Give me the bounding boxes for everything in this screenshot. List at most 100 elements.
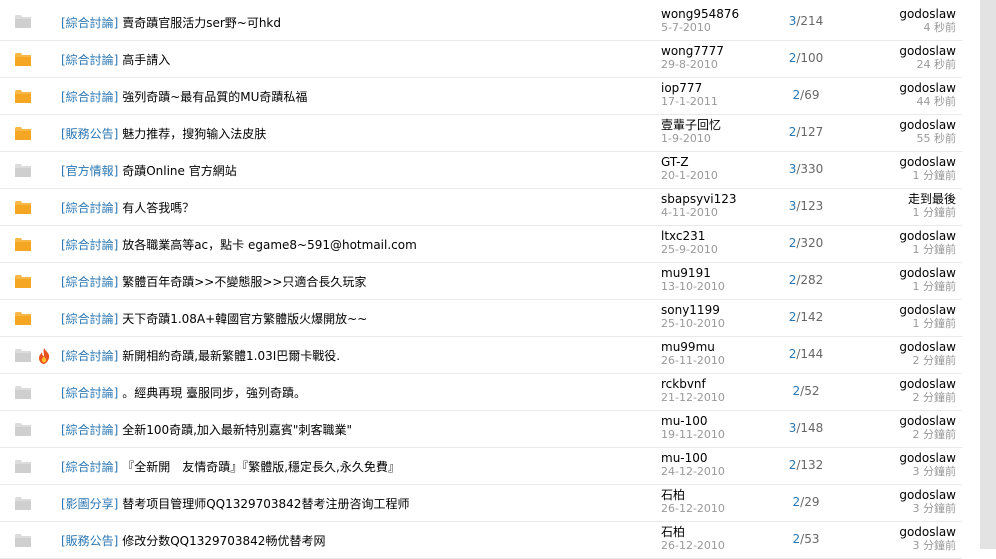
last-post-user[interactable]: godoslaw — [850, 155, 956, 169]
last-post-time: 3 分鐘前 — [912, 465, 957, 478]
topic-link[interactable]: 替考项目管理师QQ1329703842替考注册咨询工程师 — [122, 497, 409, 511]
thread-row: [販務公告] 魅力推荐，搜狗输入法皮肤 壹輩子回忆 1-9-2010 2/127… — [0, 115, 962, 152]
category-link[interactable]: [綜合討論] — [61, 312, 118, 326]
last-post-user[interactable]: godoslaw — [850, 44, 956, 58]
last-post-user[interactable]: godoslaw — [850, 377, 956, 391]
author-name[interactable]: mu-100 — [661, 414, 771, 428]
topic-link[interactable]: 繁體百年奇蹟>>不變態服>>只適合長久玩家 — [122, 275, 366, 289]
post-date: 24-12-2010 — [661, 465, 725, 478]
thread-list: [綜合討論] 賣奇蹟官服活力ser野~可hkd wong954876 5-7-2… — [0, 0, 962, 559]
folder-read-icon — [15, 496, 31, 510]
thread-title: [影圖分享] 替考项目管理师QQ1329703842替考注册咨询工程师 — [61, 495, 409, 512]
category-link[interactable]: [綜合討論] — [61, 275, 118, 289]
author-name[interactable]: 石柏 — [661, 525, 771, 539]
topic-link[interactable]: 高手請入 — [122, 53, 170, 67]
category-link[interactable]: [綜合討論] — [61, 90, 118, 104]
author-name[interactable]: rckbvnf — [661, 377, 771, 391]
category-link[interactable]: [販務公告] — [61, 534, 118, 548]
author-name[interactable]: mu-100 — [661, 451, 771, 465]
last-post-user[interactable]: godoslaw — [850, 229, 956, 243]
last-post-user[interactable]: godoslaw — [850, 525, 956, 539]
author-name[interactable]: 石柏 — [661, 488, 771, 502]
topic-link[interactable]: 天下奇蹟1.08A+韓國官方繁體版火爆開放~~ — [122, 312, 367, 326]
reply-view-count: 2/53 — [771, 532, 841, 546]
topic-link[interactable]: 放各職業高等ac，點卡 egame8~591@hotmail.com — [122, 238, 417, 252]
folder-new-icon — [15, 52, 31, 66]
topic-link[interactable]: 。經典再現 臺服同步，強列奇蹟。 — [122, 386, 306, 400]
topic-link[interactable]: 魅力推荐，搜狗输入法皮肤 — [122, 127, 266, 141]
thread-row: [綜合討論] 高手請入 wong7777 29-8-2010 2/100 god… — [0, 41, 962, 78]
topic-link[interactable]: 新開相約奇蹟,最新繁體1.03I巴爾卡戰役. — [122, 349, 340, 363]
reply-count: 2 — [792, 384, 801, 398]
category-link[interactable]: [影圖分享] — [61, 497, 118, 511]
topic-link[interactable]: 強列奇蹟~最有品質的MU奇蹟私福 — [122, 90, 307, 104]
topic-link[interactable]: 賣奇蹟官服活力ser野~可hkd — [122, 16, 281, 30]
last-post-user[interactable]: godoslaw — [850, 303, 956, 317]
thread-row: [綜合討論] 有人答我嗎？ sbapsyvi123 4-11-2010 3/12… — [0, 189, 962, 226]
view-count: 142 — [800, 310, 824, 324]
folder-read-icon — [15, 533, 31, 547]
last-post-cell: godoslaw 44 秒前 — [850, 81, 956, 109]
author-cell: 壹輩子回忆 1-9-2010 — [661, 118, 771, 146]
reply-view-count: 2/100 — [771, 51, 841, 65]
post-date: 26-12-2010 — [661, 502, 725, 515]
topic-link[interactable]: 全新100奇蹟,加入最新特別嘉賓"刺客職業" — [122, 423, 352, 437]
reply-view-count: 2/29 — [771, 495, 841, 509]
author-name[interactable]: mu9191 — [661, 266, 771, 280]
topic-link[interactable]: 有人答我嗎？ — [122, 201, 194, 215]
last-post-user[interactable]: godoslaw — [850, 81, 956, 95]
reply-count: 2 — [792, 532, 801, 546]
topic-link[interactable]: 奇蹟Online 官方網站 — [122, 164, 237, 178]
author-name[interactable]: sony1199 — [661, 303, 771, 317]
category-link[interactable]: [綜合討論] — [61, 460, 118, 474]
last-post-user[interactable]: godoslaw — [850, 414, 956, 428]
folder-new-icon — [15, 200, 31, 214]
post-date: 1-9-2010 — [661, 132, 711, 145]
last-post-user[interactable]: godoslaw — [850, 488, 956, 502]
category-link[interactable]: [綜合討論] — [61, 53, 118, 67]
category-link[interactable]: [綜合討論] — [61, 201, 118, 215]
category-link[interactable]: [官方情報] — [61, 164, 118, 178]
last-post-user[interactable]: godoslaw — [850, 340, 956, 354]
last-post-user[interactable]: godoslaw — [850, 451, 956, 465]
last-post-user[interactable]: godoslaw — [850, 118, 956, 132]
category-link[interactable]: [綜合討論] — [61, 238, 118, 252]
author-name[interactable]: wong7777 — [661, 44, 771, 58]
author-name[interactable]: sbapsyvi123 — [661, 192, 771, 206]
last-post-time: 1 分鐘前 — [912, 317, 957, 330]
author-name[interactable]: GT-Z — [661, 155, 771, 169]
category-link[interactable]: [販務公告] — [61, 127, 118, 141]
folder-new-icon — [15, 89, 31, 103]
post-date: 17-1-2011 — [661, 95, 718, 108]
author-cell: wong954876 5-7-2010 — [661, 7, 771, 35]
last-post-cell: godoslaw 1 分鐘前 — [850, 303, 956, 331]
last-post-cell: godoslaw 3 分鐘前 — [850, 451, 956, 479]
author-cell: iop777 17-1-2011 — [661, 81, 771, 109]
author-name[interactable]: wong954876 — [661, 7, 771, 21]
author-name[interactable]: 壹輩子回忆 — [661, 118, 771, 132]
thread-row: [綜合討論] 放各職業高等ac，點卡 egame8~591@hotmail.co… — [0, 226, 962, 263]
topic-link[interactable]: 『全新開 友情奇蹟』『繁體版,穩定長久,永久免費』 — [122, 460, 400, 474]
post-date: 19-11-2010 — [661, 428, 725, 441]
reply-view-count: 2/142 — [771, 310, 841, 324]
category-link[interactable]: [綜合討論] — [61, 423, 118, 437]
last-post-cell: godoslaw 1 分鐘前 — [850, 266, 956, 294]
topic-link[interactable]: 修改分数QQ1329703842畅优替考网 — [122, 534, 325, 548]
category-link[interactable]: [綜合討論] — [61, 349, 118, 363]
category-link[interactable]: [綜合討論] — [61, 386, 118, 400]
last-post-user[interactable]: godoslaw — [850, 266, 956, 280]
last-post-cell: godoslaw 2 分鐘前 — [850, 414, 956, 442]
author-name[interactable]: ltxc231 — [661, 229, 771, 243]
last-post-user[interactable]: 走到最後 — [850, 192, 956, 206]
scrollbar[interactable] — [980, 0, 996, 549]
folder-new-icon — [15, 274, 31, 288]
author-name[interactable]: iop777 — [661, 81, 771, 95]
reply-view-count: 2/282 — [771, 273, 841, 287]
thread-row: [官方情報] 奇蹟Online 官方網站 GT-Z 20-1-2010 3/33… — [0, 152, 962, 189]
last-post-user[interactable]: godoslaw — [850, 7, 956, 21]
author-name[interactable]: mu99mu — [661, 340, 771, 354]
folder-read-icon — [15, 422, 31, 436]
thread-row: [綜合討論] 全新100奇蹟,加入最新特別嘉賓"刺客職業" mu-100 19-… — [0, 411, 962, 448]
last-post-time: 1 分鐘前 — [912, 169, 957, 182]
category-link[interactable]: [綜合討論] — [61, 16, 118, 30]
